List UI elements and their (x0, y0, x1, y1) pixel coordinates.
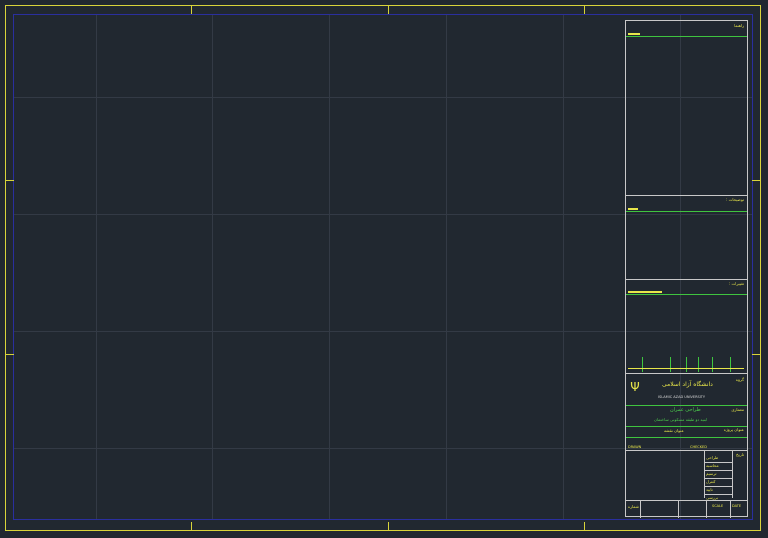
border-tick (752, 180, 761, 181)
legend-label: راهنما (734, 23, 744, 28)
approval-row: کنترل (706, 479, 716, 484)
footer-column (706, 500, 707, 518)
date-column-head: تاریخ (736, 452, 744, 457)
section-divider (626, 195, 747, 196)
project-name: طراحی عمران (670, 407, 701, 413)
section-divider (626, 279, 747, 280)
project-title-label: عنوان پروژه (723, 427, 744, 432)
title-block: راهنما توضیحات : تغییرات : گروه Ψ دانشگا… (625, 20, 748, 518)
revision-column (698, 357, 699, 372)
university-divider (626, 405, 747, 406)
approval-row: طراحی (706, 455, 719, 460)
border-tick (191, 5, 192, 14)
revisions-underline (628, 291, 662, 293)
sheet-number-label: شماره (628, 504, 639, 509)
border-tick (5, 354, 14, 355)
legend-underline (628, 33, 640, 35)
drawing-title-label: عنوان نقشه (664, 428, 684, 433)
legend-divider (626, 36, 747, 37)
footer-divider (626, 500, 747, 501)
group-label: گروه (735, 377, 744, 382)
project-description: ابنیه دو طبقه مسکونی ساختمان (654, 417, 708, 422)
border-tick (5, 180, 14, 181)
footer-column (640, 500, 641, 518)
drawn-label: DRAWN (628, 445, 642, 449)
border-tick (584, 522, 585, 531)
border-tick (388, 5, 389, 14)
university-seal-icon: Ψ (630, 380, 640, 394)
revisions-divider (626, 294, 747, 295)
revision-column (670, 357, 671, 372)
notes-divider (626, 211, 747, 212)
revision-column (730, 357, 731, 372)
notes-label: توضیحات : (726, 197, 744, 202)
revision-header-row (628, 368, 744, 369)
approval-row: محاسبه (706, 463, 719, 468)
revision-column (686, 357, 687, 372)
signature-divider (626, 450, 747, 451)
university-name-en: ISLAMIC AZAD UNIVERSITY (658, 395, 706, 399)
section-divider (626, 373, 747, 374)
university-name-fa: دانشگاه آزاد اسلامی (662, 381, 713, 388)
approval-row: تایید (706, 487, 713, 492)
footer-column (730, 500, 731, 518)
footer-column (678, 500, 679, 518)
border-tick (191, 522, 192, 531)
drawing-title-divider (626, 437, 747, 438)
border-tick (752, 354, 761, 355)
revision-column (712, 357, 713, 372)
notes-underline (628, 208, 638, 210)
approval-column (732, 450, 733, 498)
scale-label: SCALE (712, 504, 724, 508)
designer-label: معماری (731, 407, 744, 412)
approval-column (704, 450, 705, 498)
approval-row: ترسیم (706, 471, 717, 476)
border-tick (584, 5, 585, 14)
checked-label: CHECKED (690, 445, 707, 449)
border-tick (388, 522, 389, 531)
revisions-label: تغییرات : (728, 281, 744, 286)
revision-column (642, 357, 643, 372)
date-label: DATE (732, 504, 742, 508)
